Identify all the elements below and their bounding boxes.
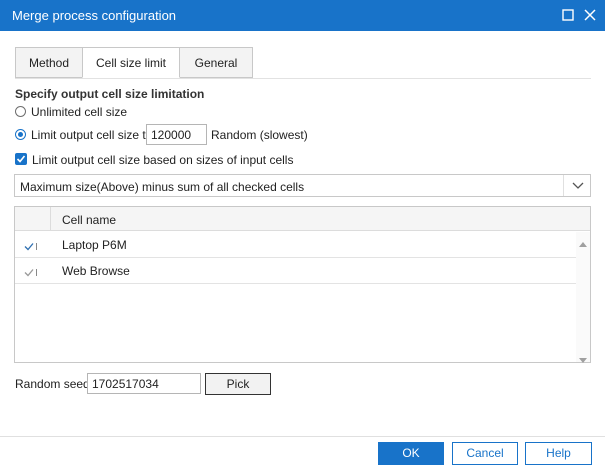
title-bar: Merge process configuration [0, 0, 605, 31]
grid-scrollbar[interactable] [576, 232, 590, 363]
cell-name-header[interactable]: Cell name [62, 213, 116, 227]
table-row[interactable]: Web Browse [15, 258, 576, 284]
random-label: Random (slowest) [211, 128, 308, 142]
scroll-down-icon[interactable] [579, 352, 587, 366]
tab-method[interactable]: Method [15, 47, 82, 78]
check-icon[interactable] [24, 266, 38, 280]
cell-size-input[interactable] [146, 124, 207, 145]
scroll-up-icon[interactable] [579, 236, 587, 250]
footer-divider [0, 436, 605, 437]
unlimited-label: Unlimited cell size [31, 105, 128, 119]
tab-cell-size-limit[interactable]: Cell size limit [82, 47, 180, 78]
dropdown-value: Maximum size(Above) minus sum of all che… [20, 180, 305, 194]
random-seed-label: Random seed [15, 377, 90, 391]
cells-grid: Cell name Laptop P6M Web Browse [14, 206, 591, 363]
section-title: Specify output cell size limitation [15, 87, 205, 101]
chevron-down-icon[interactable] [563, 175, 590, 196]
header-separator [50, 207, 51, 231]
limit-radio[interactable] [15, 129, 26, 140]
tab-divider [15, 78, 591, 79]
table-row[interactable]: Laptop P6M [15, 232, 576, 258]
ok-button[interactable]: OK [378, 442, 444, 465]
based-on-inputs-checkbox[interactable] [15, 153, 27, 165]
unlimited-radio[interactable] [15, 106, 26, 117]
limit-label: Limit output cell size to [31, 128, 153, 142]
limit-mode-dropdown[interactable]: Maximum size(Above) minus sum of all che… [14, 174, 591, 197]
maximize-icon[interactable] [557, 4, 579, 26]
tab-general[interactable]: General [180, 47, 253, 78]
cell-name: Laptop P6M [62, 238, 127, 252]
window-title: Merge process configuration [12, 8, 177, 23]
cell-name: Web Browse [62, 264, 130, 278]
close-icon[interactable] [579, 4, 601, 26]
random-seed-input[interactable] [87, 373, 201, 394]
help-button[interactable]: Help [525, 442, 592, 465]
check-icon[interactable] [24, 240, 38, 254]
based-on-inputs-label: Limit output cell size based on sizes of… [32, 153, 294, 167]
pick-button[interactable]: Pick [205, 373, 271, 395]
grid-header: Cell name [15, 207, 590, 231]
cancel-button[interactable]: Cancel [452, 442, 518, 465]
